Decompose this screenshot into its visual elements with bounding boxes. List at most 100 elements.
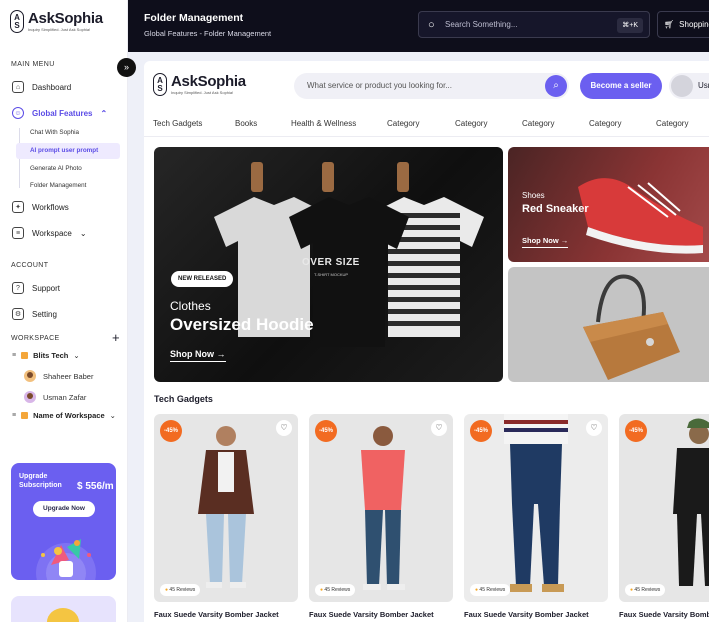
sidebar-logo[interactable]: AS AskSophia Inquiry Simplified. Just As… <box>10 10 103 33</box>
category-tab[interactable]: Category <box>455 119 487 128</box>
arrow-right-icon: → <box>216 349 226 359</box>
sub-item-ai-prompt[interactable]: AI prompt user prompt <box>16 143 120 159</box>
workflow-icon: ✦ <box>12 201 24 213</box>
upgrade-card: Upgrade Subscription $ 556/m Upgrade Now <box>11 463 116 580</box>
new-released-badge: NEW RELEASED <box>171 271 234 287</box>
user-icon: ☺ <box>12 107 24 119</box>
sidebar: AS AskSophia Inquiry Simplified. Just As… <box>0 0 128 622</box>
category-tab[interactable]: Category <box>387 119 419 128</box>
sidebar-item-dashboard[interactable]: ⌂ Dashboard <box>12 81 71 93</box>
discount-badge: -45% <box>625 420 647 442</box>
red-sneaker-image <box>578 178 703 254</box>
sub-item-generate-photo[interactable]: Generate AI Photo <box>16 161 120 177</box>
shirt-print-subtext: T-SHIRT MOCKUP <box>314 272 349 277</box>
shopping-button[interactable]: 🛒︎ Shopping <box>657 11 709 38</box>
workspace-name-of-workspace[interactable]: ≡ Name of Workspace ⌄ <box>12 411 116 420</box>
member-usman[interactable]: Usman Zafar <box>24 391 86 403</box>
shirt-print-text: OVER SIZE <box>302 257 360 268</box>
heart-icon[interactable]: ♡ <box>276 420 292 436</box>
heart-icon[interactable]: ♡ <box>431 420 447 436</box>
collapse-sidebar-button[interactable]: » <box>117 58 136 77</box>
bag-banner[interactable] <box>508 267 709 382</box>
chevron-down-icon: ⌄ <box>79 228 87 238</box>
sub-item-folder-management[interactable]: Folder Management <box>16 178 120 194</box>
sidebar-item-support[interactable]: ? Support <box>12 282 60 294</box>
avatar <box>671 75 693 97</box>
sidebar-item-setting[interactable]: ⚙ Setting <box>12 308 57 320</box>
category-tab[interactable]: Category <box>589 119 621 128</box>
home-icon: ⌂ <box>12 81 24 93</box>
workspace-blits-tech[interactable]: ≡ Blits Tech ⌄ <box>12 351 80 360</box>
workspace-color-icon <box>21 352 29 359</box>
product-image <box>361 426 405 590</box>
sneaker-banner[interactable]: Shoes Red Sneaker Shop Now → <box>508 147 709 262</box>
product-title[interactable]: Faux Suede Varsity Bomber Jacket <box>309 610 434 619</box>
workspace-color-icon <box>21 412 29 419</box>
add-workspace-icon[interactable]: + <box>112 331 120 344</box>
product-card[interactable]: -45% ♡ ● 45 Reviews <box>464 414 608 602</box>
product-title[interactable]: Faux Suede Varsity Bomber Jacket <box>464 610 589 619</box>
section-title: Tech Gadgets <box>154 394 213 404</box>
logo-mark-icon: AS <box>10 10 24 33</box>
logo-tagline: Inquiry Simplified. Just Ask Sophia! <box>171 90 234 95</box>
category-tab[interactable]: Health & Wellness <box>291 119 356 128</box>
store-logo[interactable]: AS AskSophia Inquiry Simplified. Just As… <box>153 73 246 96</box>
cart-icon: 🛒︎ <box>664 20 675 29</box>
reviews-badge: ● 45 Reviews <box>470 584 511 596</box>
category-tab[interactable]: Category <box>656 119 688 128</box>
arrow-right-icon: → <box>560 236 569 245</box>
category-tab[interactable]: Category <box>522 119 554 128</box>
avatar <box>24 391 36 403</box>
celebration-illustration <box>36 539 96 580</box>
drag-icon: ≡ <box>12 352 17 359</box>
hero-banner[interactable]: OVER SIZE T-SHIRT MOCKUP NEW RELEASED Cl… <box>154 147 503 382</box>
topbar: Folder Management Global Features - Fold… <box>128 0 709 52</box>
side-banner-kicker: Shoes <box>522 191 545 200</box>
discount-badge: -45% <box>315 420 337 442</box>
product-image <box>673 418 709 586</box>
side-banner-title: Red Sneaker <box>522 203 589 215</box>
discount-badge: -45% <box>470 420 492 442</box>
logo-mark-icon: AS <box>153 73 167 96</box>
user-menu[interactable]: Usman <box>669 73 709 99</box>
store-search-input[interactable]: What service or product you looking for.… <box>294 73 569 99</box>
workspace-label: WORKSPACE <box>11 335 60 342</box>
tshirts-image <box>214 197 484 347</box>
star-icon: ● <box>165 587 169 593</box>
category-tab[interactable]: Books <box>235 119 257 128</box>
sidebar-item-workspace[interactable]: ≡ Workspace ⌄ <box>12 227 87 239</box>
product-title[interactable]: Faux Suede Varsity Bomber Jacket <box>619 610 709 619</box>
product-title[interactable]: Faux Suede Varsity Bomber Jacket <box>154 610 279 619</box>
avatar <box>24 370 36 382</box>
sub-item-chat[interactable]: Chat With Sophia <box>16 125 120 141</box>
search-icon[interactable]: ⌕ <box>545 75 567 97</box>
reviews-badge: ● 45 Reviews <box>625 584 666 596</box>
upgrade-price: $ 556/m <box>77 481 114 492</box>
member-shaheer[interactable]: Shaheer Baber <box>24 370 93 382</box>
search-input[interactable]: ○ Search Something... ⌘+K <box>418 11 650 38</box>
gear-icon: ⚙ <box>12 308 24 320</box>
side-shop-now-link[interactable]: Shop Now → <box>522 236 569 248</box>
user-name: Usman <box>698 81 709 90</box>
become-seller-button[interactable]: Become a seller <box>580 73 662 99</box>
chevron-down-icon: ⌄ <box>109 411 116 420</box>
sidebar-item-global-features[interactable]: ☺ Global Features ⌃ <box>12 107 107 119</box>
category-tab[interactable]: Tech Gadgets <box>153 119 202 128</box>
shortcut-badge: ⌘+K <box>617 18 643 33</box>
hero-kicker: Clothes <box>170 299 211 313</box>
product-card[interactable]: -45% ♡ ● 45 Reviews <box>154 414 298 602</box>
product-card[interactable]: -45% ● 45 Reviews <box>619 414 709 602</box>
category-nav: Tech Gadgets Books Health & Wellness Cat… <box>144 109 709 137</box>
help-icon: ? <box>12 282 24 294</box>
product-image <box>504 414 568 592</box>
hero-shop-now-link[interactable]: Shop Now → <box>170 349 226 362</box>
sidebar-item-workflows[interactable]: ✦ Workflows <box>12 201 69 213</box>
logo-name: AskSophia <box>171 73 246 90</box>
star-icon: ● <box>475 587 479 593</box>
upgrade-button[interactable]: Upgrade Now <box>33 501 95 517</box>
reviews-badge: ● 45 Reviews <box>160 584 201 596</box>
product-card[interactable]: -45% ♡ ● 45 Reviews <box>309 414 453 602</box>
heart-icon[interactable]: ♡ <box>586 420 602 436</box>
store-page: AS AskSophia Inquiry Simplified. Just As… <box>144 61 709 622</box>
logo-tagline: Inquiry Simplified. Just Ask Sophia! <box>28 27 91 32</box>
